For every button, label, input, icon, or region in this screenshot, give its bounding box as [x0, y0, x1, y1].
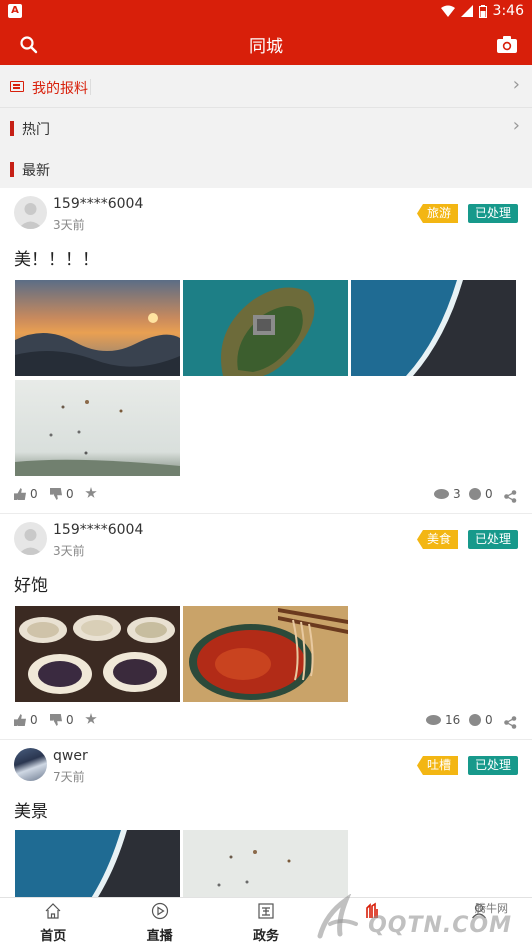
tab-home-label: 首页: [40, 929, 67, 944]
post-card[interactable]: 159****6004 3天前 旅游 已处理 美！！！！ 0 0 3 0: [0, 188, 532, 514]
latest-label: 最新: [22, 163, 50, 179]
post-image-island[interactable]: [183, 280, 348, 376]
post-image-balloons[interactable]: [183, 830, 348, 897]
home-icon: [45, 903, 61, 919]
wifi-icon: [440, 5, 455, 17]
username[interactable]: 159****6004: [53, 196, 143, 212]
divider: [90, 79, 91, 95]
eye-icon: [434, 489, 449, 499]
watermark: 腾牛网 QQTN.COM: [312, 888, 526, 944]
post-image-coast[interactable]: [15, 830, 180, 897]
comment-icon: [469, 714, 481, 726]
like-button[interactable]: 0: [14, 487, 38, 501]
star-icon: [85, 487, 97, 498]
view-stat: 3: [434, 487, 461, 501]
dislike-button[interactable]: 0: [50, 713, 74, 727]
star-icon: [85, 713, 97, 724]
like-count: 0: [30, 713, 38, 727]
share-icon[interactable]: [504, 490, 517, 503]
my-report-row[interactable]: 我的报料 ›: [0, 65, 532, 108]
comment-icon: [469, 488, 481, 500]
section-marker: [10, 121, 14, 136]
dislike-count: 0: [66, 713, 74, 727]
chevron-right-icon: ›: [512, 115, 520, 136]
share-icon[interactable]: [504, 716, 517, 729]
avatar[interactable]: [14, 522, 47, 555]
post-stats: 0 0 16 0: [0, 713, 532, 733]
username[interactable]: qwer: [53, 748, 88, 764]
tab-live-label: 直播: [146, 929, 173, 944]
status-bar: A 3:46: [0, 0, 532, 24]
comment-count: 0: [485, 487, 493, 501]
like-count: 0: [30, 487, 38, 501]
battery-icon: [478, 4, 487, 18]
my-report-label: 我的报料: [32, 81, 88, 97]
government-icon: [258, 903, 274, 919]
comment-button[interactable]: 0: [469, 713, 493, 727]
comment-button[interactable]: 0: [469, 487, 493, 501]
tab-live[interactable]: 直播: [106, 898, 212, 946]
post-time: 7天前: [53, 770, 85, 784]
post-content: 美景: [14, 802, 48, 822]
dislike-button[interactable]: 0: [50, 487, 74, 501]
category-tag: 旅游: [416, 204, 458, 223]
thumbs-up-icon: [14, 714, 26, 726]
thumbs-up-icon: [14, 488, 26, 500]
username[interactable]: 159****6004: [53, 522, 143, 538]
favorite-button[interactable]: [85, 487, 97, 499]
like-button[interactable]: 0: [14, 713, 38, 727]
post-image-dessert[interactable]: [15, 606, 180, 702]
post-card[interactable]: qwer 7天前 吐槽 已处理 美景: [0, 740, 532, 897]
signal-icon: [460, 5, 473, 17]
hot-row[interactable]: 热门 ›: [0, 108, 532, 148]
avatar[interactable]: [14, 748, 47, 781]
post-stats: 0 0 3 0: [0, 487, 532, 507]
post-card[interactable]: 159****6004 3天前 美食 已处理 好饱 0 0 16 0: [0, 514, 532, 740]
tab-home[interactable]: 首页: [0, 898, 106, 946]
tab-government-label: 政务: [253, 929, 280, 944]
status-time: 3:46: [492, 3, 524, 19]
avatar[interactable]: [14, 196, 47, 229]
camera-icon[interactable]: [496, 35, 518, 55]
play-icon: [151, 902, 168, 920]
favorite-button[interactable]: [85, 713, 97, 725]
category-tag: 美食: [416, 530, 458, 549]
status-badge: 已处理: [467, 204, 518, 223]
post-image-coast[interactable]: [351, 280, 516, 376]
status-badge: 已处理: [467, 530, 518, 549]
report-icon: [10, 81, 24, 92]
post-time: 3天前: [53, 218, 85, 232]
post-image-sunset[interactable]: [15, 280, 180, 376]
hot-label: 热门: [22, 122, 50, 138]
view-count: 16: [445, 713, 461, 727]
notification-icon: A: [8, 4, 22, 18]
app-bar: 同城: [0, 24, 532, 65]
eye-icon: [426, 715, 441, 725]
post-image-noodles[interactable]: [183, 606, 348, 702]
chevron-right-icon: ›: [512, 74, 520, 95]
status-badge: 已处理: [467, 756, 518, 775]
post-feed[interactable]: 159****6004 3天前 旅游 已处理 美！！！！ 0 0 3 0 159…: [0, 188, 532, 897]
post-content: 好饱: [14, 576, 48, 596]
latest-row: 最新: [0, 148, 532, 188]
section-marker: [10, 162, 14, 177]
post-time: 3天前: [53, 544, 85, 558]
view-count: 3: [453, 487, 461, 501]
page-title: 同城: [249, 37, 283, 57]
thumbs-down-icon: [50, 714, 62, 726]
category-tag: 吐槽: [416, 756, 458, 775]
tab-government[interactable]: 政务: [213, 898, 319, 946]
thumbs-down-icon: [50, 488, 62, 500]
post-image-balloons[interactable]: [15, 380, 180, 476]
dislike-count: 0: [66, 487, 74, 501]
watermark-logo-icon: [317, 894, 358, 939]
comment-count: 0: [485, 713, 493, 727]
post-content: 美！！！！: [14, 250, 99, 270]
watermark-domain: QQTN.COM: [368, 913, 512, 938]
view-stat: 16: [426, 713, 460, 727]
